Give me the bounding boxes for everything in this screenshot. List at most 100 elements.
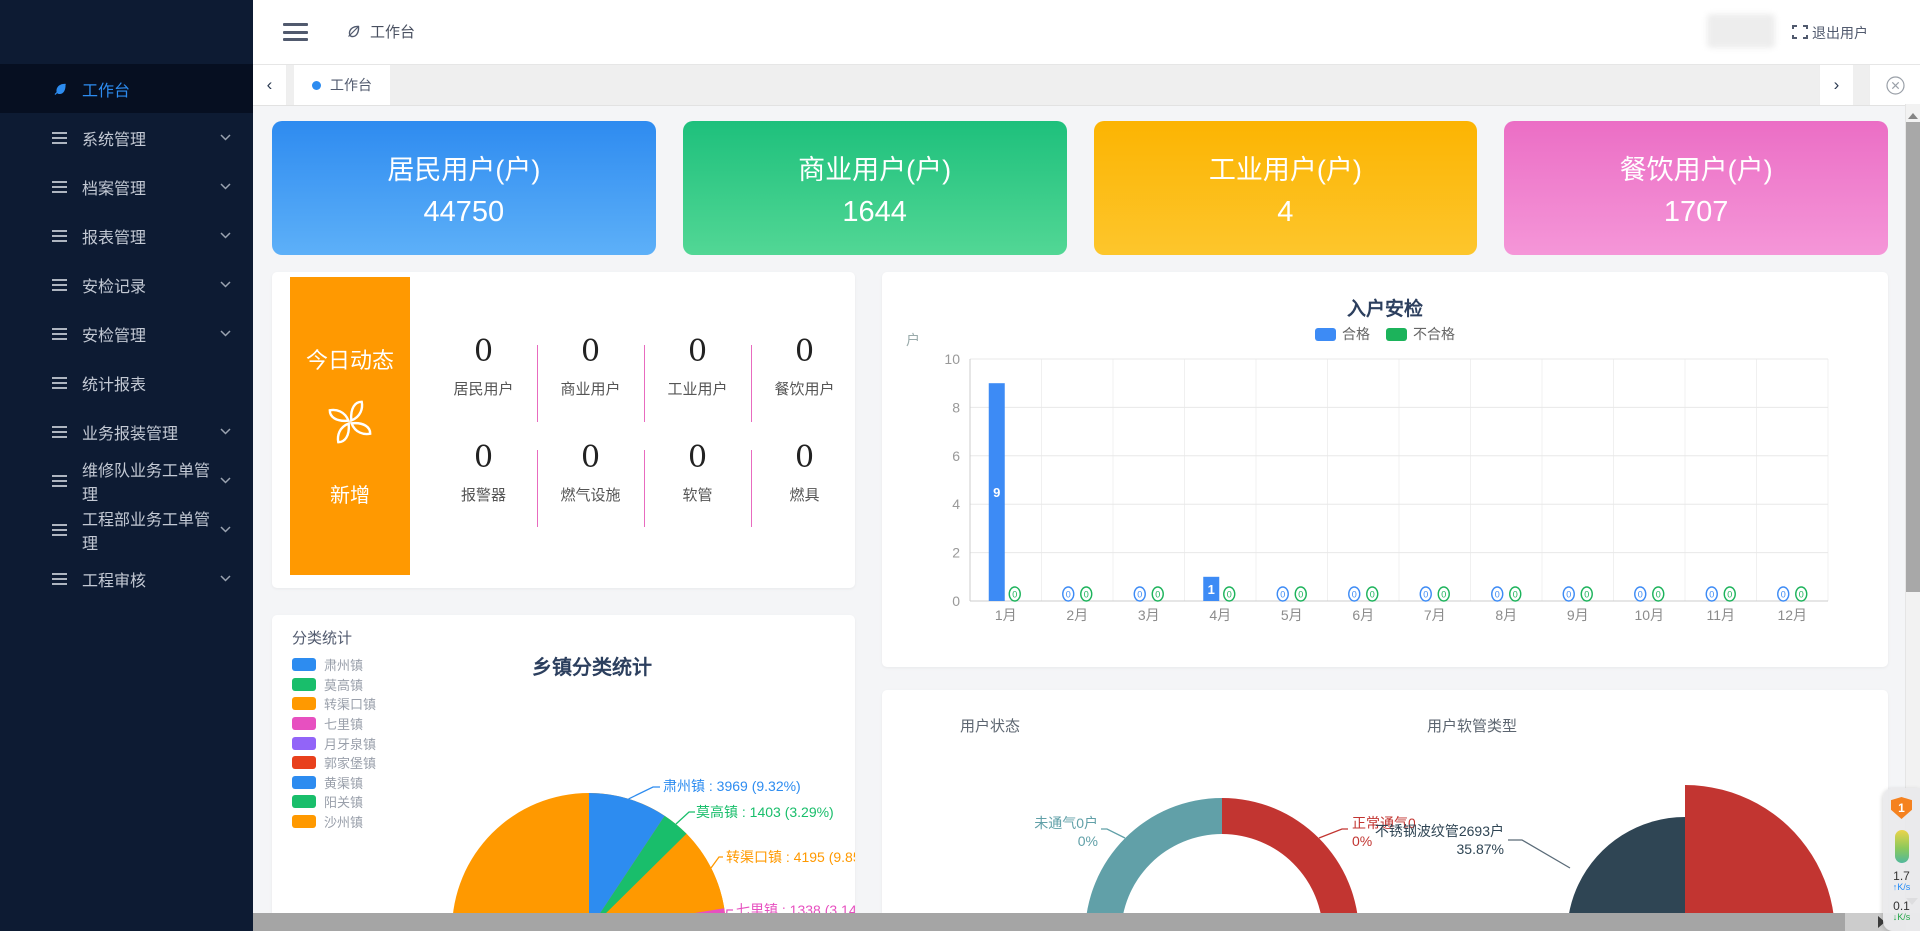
legend-item-fail[interactable]: 不合格 [1386, 324, 1455, 344]
legend-swatch [1386, 328, 1407, 341]
tabs-scroll-left-button[interactable]: ‹ [253, 65, 287, 105]
chevron-down-icon [220, 281, 231, 288]
svg-text:2月: 2月 [1066, 607, 1088, 623]
svg-text:0%: 0% [1352, 833, 1372, 849]
sidebar-item[interactable]: 统计报表 [0, 358, 253, 407]
sidebar-item[interactable]: 档案管理 [0, 162, 253, 211]
today-stat: 0 居民用户 [430, 334, 537, 399]
sidebar-item[interactable]: 报表管理 [0, 211, 253, 260]
legend-label: 不合格 [1413, 324, 1455, 344]
svg-text:5月: 5月 [1281, 607, 1303, 623]
today-stat-label: 报警器 [430, 484, 537, 505]
svg-text:0: 0 [1584, 590, 1589, 600]
chevron-down-icon [220, 575, 231, 582]
today-orange-panel: 今日动态 新增 [290, 277, 410, 575]
menu-bars-icon [52, 180, 67, 193]
menu-bars-icon [52, 131, 67, 144]
inspection-chart-card: 入户安检 合格 不合格 户 02468101月902月003月004月105月0… [882, 272, 1888, 667]
svg-text:0: 0 [1137, 590, 1142, 600]
legend-label: 合格 [1342, 324, 1370, 344]
vertical-scroll-thumb[interactable] [1906, 122, 1920, 592]
breadcrumb-title: 工作台 [370, 21, 415, 42]
scroll-up-arrow[interactable] [1908, 108, 1918, 119]
today-stat-value: 0 [430, 334, 537, 369]
legend-swatch [1315, 328, 1336, 341]
stat-card-label: 餐饮用户(户) [1620, 148, 1773, 187]
today-stat-label: 商业用户 [537, 378, 644, 399]
today-title: 今日动态 [306, 343, 394, 375]
sidebar: 工作台系统管理档案管理报表管理安检记录安检管理统计报表业务报装管理维修队业务工单… [0, 0, 253, 931]
stat-card[interactable]: 工业用户(户) 4 [1094, 121, 1478, 255]
leaf-icon [52, 80, 69, 97]
fullscreen-icon[interactable] [1792, 25, 1808, 39]
sidebar-item[interactable]: 工程部业务工单管理 [0, 505, 253, 554]
username-blurred[interactable] [1707, 14, 1775, 48]
breadcrumb: 工作台 [345, 21, 415, 42]
net-speed-widget[interactable]: 1 1.7 ↑K/s 0.1 ↓K/s [1883, 788, 1920, 931]
today-stat-value: 0 [537, 440, 644, 475]
sidebar-item[interactable]: 维修队业务工单管理 [0, 456, 253, 505]
status-charts: 未通气0户0%正常通气0户0%不锈钢波纹管2693户35.87% [882, 690, 1888, 931]
chevron-down-icon [220, 183, 231, 190]
sidebar-item[interactable]: 系统管理 [0, 113, 253, 162]
shield-badge-icon[interactable]: 1 [1891, 797, 1912, 819]
top-header: 工作台 退出用户 [253, 0, 1920, 64]
stat-card[interactable]: 商业用户(户) 1644 [683, 121, 1067, 255]
svg-text:0: 0 [1513, 590, 1518, 600]
svg-text:0: 0 [1423, 590, 1428, 600]
menu-bars-icon [52, 278, 67, 291]
today-stat-value: 0 [644, 440, 751, 475]
svg-text:0: 0 [1352, 590, 1357, 600]
y-axis-unit-label: 户 [906, 330, 920, 350]
hamburger-menu-icon[interactable] [283, 23, 308, 41]
sidebar-item[interactable]: 工作台 [0, 64, 253, 113]
horizontal-scrollbar[interactable] [253, 913, 1906, 931]
svg-text:8: 8 [952, 399, 960, 415]
svg-text:9: 9 [993, 485, 1000, 500]
chart-title: 入户安检 [882, 294, 1888, 321]
logout-button[interactable]: 退出用户 [1812, 23, 1868, 43]
svg-text:6: 6 [952, 448, 960, 464]
svg-text:0: 0 [952, 593, 960, 609]
tab-workbench[interactable]: 工作台 [294, 65, 390, 105]
today-stat-label: 餐饮用户 [751, 378, 858, 399]
today-stat-label: 工业用户 [644, 378, 751, 399]
svg-text:0: 0 [1084, 590, 1089, 600]
stat-card[interactable]: 居民用户(户) 44750 [272, 121, 656, 255]
svg-text:0: 0 [1441, 590, 1446, 600]
today-stat-value: 0 [751, 334, 858, 369]
divider [644, 450, 645, 527]
tabs-close-all-button[interactable] [1869, 65, 1920, 105]
horizontal-scroll-thumb[interactable] [253, 913, 1845, 931]
svg-text:转渠口镇 : 4195 (9.85%): 转渠口镇 : 4195 (9.85%) [726, 849, 855, 865]
stat-card-value: 1707 [1664, 196, 1729, 229]
legend-item-pass[interactable]: 合格 [1315, 324, 1370, 344]
menu-bars-icon [52, 376, 67, 389]
today-stat-label: 居民用户 [430, 378, 537, 399]
download-speed: 0.1 ↓K/s [1893, 901, 1911, 923]
status-pill-icon[interactable] [1895, 830, 1909, 863]
today-stat: 0 工业用户 [644, 334, 751, 399]
svg-text:未通气0户: 未通气0户 [1034, 815, 1098, 831]
svg-text:2: 2 [952, 545, 960, 561]
svg-text:4月: 4月 [1209, 607, 1231, 623]
today-stat-label: 燃具 [751, 484, 858, 505]
stat-card-value: 4 [1277, 196, 1293, 229]
svg-text:肃州镇 : 3969 (9.32%): 肃州镇 : 3969 (9.32%) [663, 778, 801, 794]
sidebar-item[interactable]: 业务报装管理 [0, 407, 253, 456]
svg-text:0: 0 [1280, 590, 1285, 600]
chart-legend: 合格 不合格 [882, 324, 1888, 344]
svg-text:10月: 10月 [1634, 607, 1664, 623]
stat-card-label: 商业用户(户) [798, 148, 951, 187]
today-stat-value: 0 [430, 440, 537, 475]
stat-card[interactable]: 餐饮用户(户) 1707 [1504, 121, 1888, 255]
tabs-scroll-right-button[interactable]: › [1819, 65, 1853, 105]
sidebar-item[interactable]: 安检管理 [0, 309, 253, 358]
today-stat-value: 0 [537, 334, 644, 369]
svg-text:0: 0 [1566, 590, 1571, 600]
sidebar-item[interactable]: 安检记录 [0, 260, 253, 309]
divider [537, 345, 538, 422]
menu-bars-icon [52, 425, 67, 438]
sidebar-item[interactable]: 工程审核 [0, 554, 253, 603]
stat-card-value: 44750 [424, 196, 505, 229]
